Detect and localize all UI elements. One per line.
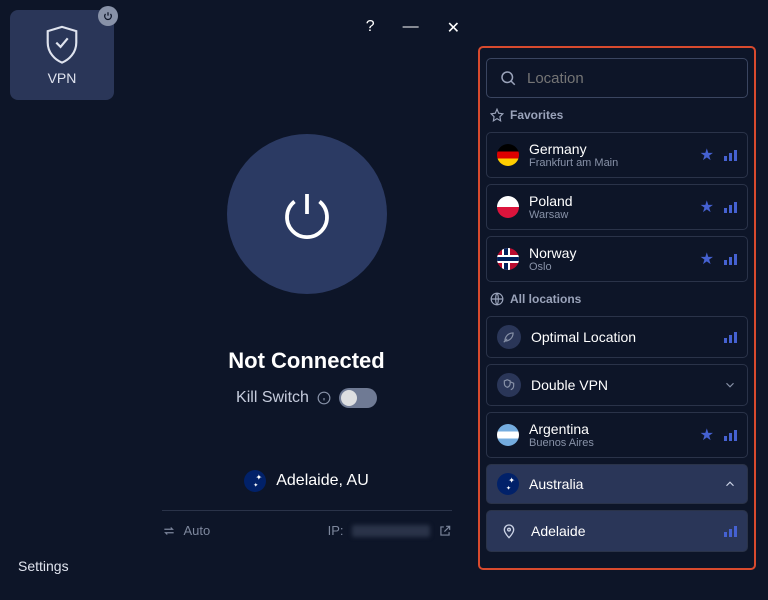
signal-icon xyxy=(724,254,737,265)
bottom-info-row: Auto IP: xyxy=(162,510,452,538)
kill-switch-toggle[interactable] xyxy=(339,388,377,408)
flag-icon xyxy=(497,196,519,218)
minimize-button[interactable]: — xyxy=(403,18,419,38)
protocol-label: Auto xyxy=(184,523,211,538)
double-vpn-item[interactable]: Double VPN xyxy=(486,364,748,406)
optimal-location-item[interactable]: Optimal Location xyxy=(486,316,748,358)
flag-icon xyxy=(497,248,519,270)
help-button[interactable]: ? xyxy=(366,18,375,38)
globe-icon xyxy=(490,292,504,306)
location-panel: Favorites Germany Frankfurt am Main ★ Po… xyxy=(478,46,756,570)
signal-icon xyxy=(724,332,737,343)
search-icon xyxy=(499,69,517,87)
connect-button[interactable] xyxy=(227,134,387,294)
current-location-label: Adelaide, AU xyxy=(276,472,369,490)
favorites-header: Favorites xyxy=(486,104,748,126)
location-item-australia[interactable]: Australia xyxy=(486,464,748,504)
favorite-star-icon[interactable]: ★ xyxy=(700,197,714,217)
search-box[interactable] xyxy=(486,58,748,98)
center-column: ? — ✕ Not Connected Kill Switch Adelaide… xyxy=(135,0,478,600)
favorite-star-icon[interactable]: ★ xyxy=(700,249,714,269)
vpn-label: VPN xyxy=(48,70,77,86)
location-city: Frankfurt am Main xyxy=(529,157,690,169)
flag-icon xyxy=(497,473,519,495)
star-outline-icon xyxy=(490,108,504,122)
flag-icon xyxy=(244,470,266,492)
flag-icon xyxy=(497,144,519,166)
location-name: Argentina xyxy=(529,421,690,437)
power-badge-icon xyxy=(98,6,118,26)
location-name: Germany xyxy=(529,141,690,157)
swap-icon xyxy=(162,524,176,538)
content-column: Not Connected Kill Switch Adelaide, AU A… xyxy=(135,44,478,600)
sidebar: VPN Settings xyxy=(0,0,135,600)
signal-icon xyxy=(724,430,737,441)
location-name: Poland xyxy=(529,193,690,209)
signal-icon xyxy=(724,202,737,213)
location-city: Buenos Aires xyxy=(529,437,690,449)
location-name: Norway xyxy=(529,245,690,261)
double-shield-icon xyxy=(497,373,521,397)
signal-icon xyxy=(724,526,737,537)
shield-icon xyxy=(44,24,80,64)
location-city: Oslo xyxy=(529,261,690,273)
location-city: Warsaw xyxy=(529,209,690,221)
ip-display: IP: xyxy=(328,523,452,538)
main-area: ? — ✕ Not Connected Kill Switch Adelaide… xyxy=(135,0,768,600)
all-locations-header: All locations xyxy=(486,288,748,310)
location-name: Double VPN xyxy=(531,377,713,393)
location-sub-item-adelaide[interactable]: Adelaide xyxy=(486,510,748,552)
location-name: Australia xyxy=(529,476,713,492)
favorite-item-norway[interactable]: Norway Oslo ★ xyxy=(486,236,748,282)
info-icon[interactable] xyxy=(317,391,331,405)
location-name: Optimal Location xyxy=(531,329,714,345)
settings-link[interactable]: Settings xyxy=(10,542,125,590)
favorite-item-poland[interactable]: Poland Warsaw ★ xyxy=(486,184,748,230)
rocket-icon xyxy=(497,325,521,349)
kill-switch-label: Kill Switch xyxy=(236,389,309,407)
flag-icon xyxy=(497,424,519,446)
ip-value-blurred xyxy=(352,525,430,537)
vpn-tile[interactable]: VPN xyxy=(10,10,114,100)
ip-label: IP: xyxy=(328,523,344,538)
connection-status: Not Connected xyxy=(228,348,384,374)
signal-icon xyxy=(724,150,737,161)
power-icon xyxy=(277,184,337,244)
chevron-up-icon xyxy=(723,477,737,491)
location-item-argentina[interactable]: Argentina Buenos Aires ★ xyxy=(486,412,748,458)
favorite-star-icon[interactable]: ★ xyxy=(700,425,714,445)
external-link-icon[interactable] xyxy=(438,524,452,538)
chevron-down-icon xyxy=(723,378,737,392)
close-button[interactable]: ✕ xyxy=(447,18,460,38)
kill-switch-row: Kill Switch xyxy=(236,388,377,408)
protocol-selector[interactable]: Auto xyxy=(162,523,211,538)
pin-icon xyxy=(497,519,521,543)
current-location-row[interactable]: Adelaide, AU xyxy=(244,470,369,492)
favorite-star-icon[interactable]: ★ xyxy=(700,145,714,165)
search-input[interactable] xyxy=(527,70,735,87)
favorite-item-germany[interactable]: Germany Frankfurt am Main ★ xyxy=(486,132,748,178)
titlebar: ? — ✕ xyxy=(135,12,478,44)
location-name: Adelaide xyxy=(531,523,714,539)
